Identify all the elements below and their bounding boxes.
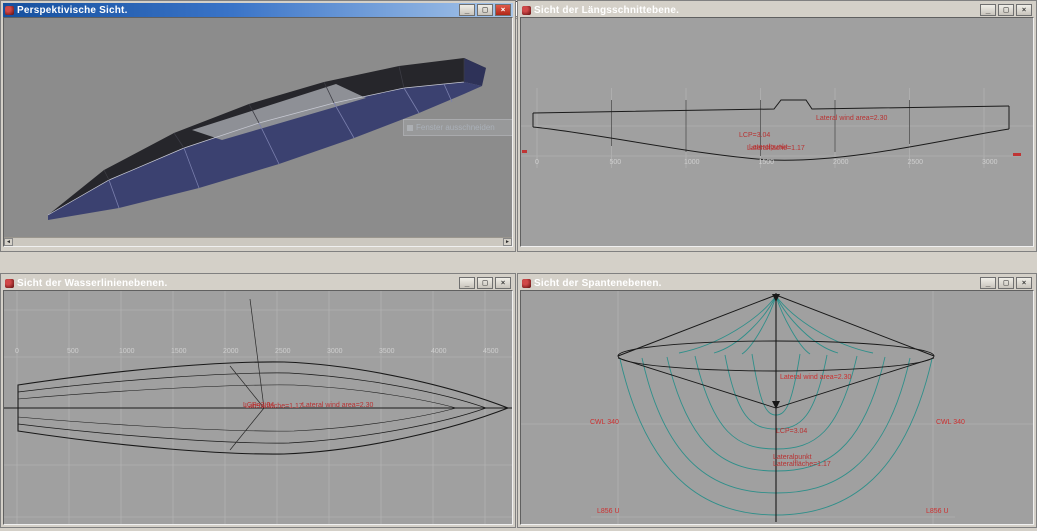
axis-tick-label: 2500 (908, 159, 983, 166)
label-waterline-left: L856 U (597, 508, 620, 516)
app-boat-icon (522, 6, 531, 15)
ghost-tooltip-text: Fenster ausschneiden (416, 123, 495, 132)
profile-axis-labels: 050010001500200025003000 (535, 159, 1034, 166)
diagonal-lines (230, 299, 264, 450)
minimize-button[interactable]: _ (980, 4, 996, 16)
axis-tick-label: 0 (15, 348, 67, 355)
axis-tick-label: 500 (610, 159, 685, 166)
axis-tick-label: 2000 (833, 159, 908, 166)
red-edge-mark-right (1013, 153, 1021, 156)
window-perspective: Perspektivische Sicht. _ □ × (0, 0, 516, 252)
restore-button[interactable]: □ (477, 4, 493, 16)
waterlines-axis-labels: 050010001500200025003000350040004500 (15, 348, 513, 355)
axis-tick-label: 1000 (684, 159, 759, 166)
annotation-wind-area: Lateral wind area=2.30 (302, 402, 373, 410)
close-button[interactable]: × (495, 4, 511, 16)
minimize-button[interactable]: _ (459, 4, 475, 16)
close-button[interactable]: × (1016, 277, 1032, 289)
annotation-lateral-flaeche: Lateralfläche=1.17 (245, 403, 303, 411)
titlebar-perspective[interactable]: Perspektivische Sicht. _ □ × (3, 3, 513, 17)
axis-tick-label: 2000 (223, 348, 275, 355)
scroll-left-arrow[interactable]: ◄ (4, 238, 13, 246)
hull-stern-face (464, 58, 486, 86)
ghost-tooltip: Fenster ausschneiden (403, 119, 513, 136)
close-button[interactable]: × (495, 277, 511, 289)
axis-tick-label: 1500 (759, 159, 834, 166)
window-title: Sicht der Spantenebenen. (534, 278, 977, 289)
annotation-lcp: LCP=3.04 (776, 428, 807, 436)
titlebar-profile[interactable]: Sicht der Längsschnittebene. _ □ × (520, 3, 1034, 17)
sections-drawing (521, 291, 1033, 524)
titlebar-sections[interactable]: Sicht der Spantenebenen. _ □ × (520, 276, 1034, 290)
window-title: Sicht der Längsschnittebene. (534, 5, 977, 16)
horizontal-scrollbar[interactable]: ◄ ► (4, 237, 512, 246)
label-cwl-right: CWL 340 (936, 419, 965, 427)
window-title: Perspektivische Sicht. (17, 5, 456, 16)
axis-tick-label: 3500 (379, 348, 431, 355)
axis-tick-label: 1500 (171, 348, 223, 355)
sections-canvas[interactable]: Lateral wind area=2.30 LCP=3.04 Lateralp… (520, 290, 1034, 525)
scroll-right-arrow[interactable]: ► (503, 238, 512, 246)
restore-button[interactable]: □ (998, 4, 1014, 16)
axis-tick-label: 2500 (275, 348, 327, 355)
axis-tick-label: 4000 (431, 348, 483, 355)
axis-tick-label: 3000 (982, 159, 1034, 166)
annotation-lateral-flaeche: Lateralfläche=1.17 (773, 461, 831, 469)
annotation-wind-area: Lateral wind area=2.30 (816, 115, 887, 123)
axis-tick-label: 500 (67, 348, 119, 355)
profile-drawing (521, 18, 1033, 246)
arrow-mid (772, 401, 780, 409)
profile-canvas[interactable]: 050010001500200025003000 Lateral wind ar… (520, 17, 1034, 247)
perspective-canvas[interactable]: Fenster ausschneiden ◄ ► (3, 17, 513, 247)
restore-button[interactable]: □ (477, 277, 493, 289)
axis-tick-label: 3000 (327, 348, 379, 355)
window-waterlines: Sicht der Wasserlinienebenen. _ □ × (0, 273, 516, 528)
window-title: Sicht der Wasserlinienebenen. (17, 278, 456, 289)
minimize-button[interactable]: _ (459, 277, 475, 289)
red-edge-mark-left (522, 150, 527, 153)
axis-tick-label: 4500 (483, 348, 513, 355)
annotation-lateral-flaeche: Lateralfläche=1.17 (747, 145, 805, 153)
axis-tick-label: 1000 (119, 348, 171, 355)
restore-button[interactable]: □ (998, 277, 1014, 289)
scroll-track[interactable] (13, 238, 503, 246)
window-sections: Sicht der Spantenebenen. _ □ × (517, 273, 1037, 528)
label-waterline-right: L856 U (926, 508, 949, 516)
label-cwl-left: CWL 340 (590, 419, 619, 427)
titlebar-waterlines[interactable]: Sicht der Wasserlinienebenen. _ □ × (3, 276, 513, 290)
minimize-button[interactable]: _ (980, 277, 996, 289)
window-profile: Sicht der Längsschnittebene. _ □ × (517, 0, 1037, 252)
axis-tick-label: 0 (535, 159, 610, 166)
close-button[interactable]: × (1016, 4, 1032, 16)
waterlines-canvas[interactable]: 050010001500200025003000350040004500 LCP… (3, 290, 513, 525)
app-boat-icon (522, 279, 531, 288)
annotation-lcp: LCP=3.04 (739, 132, 770, 140)
annotation-wind-area: Lateral wind area=2.30 (780, 374, 851, 382)
app-boat-icon (5, 6, 14, 15)
app-boat-icon (5, 279, 14, 288)
scissors-icon (407, 125, 413, 131)
